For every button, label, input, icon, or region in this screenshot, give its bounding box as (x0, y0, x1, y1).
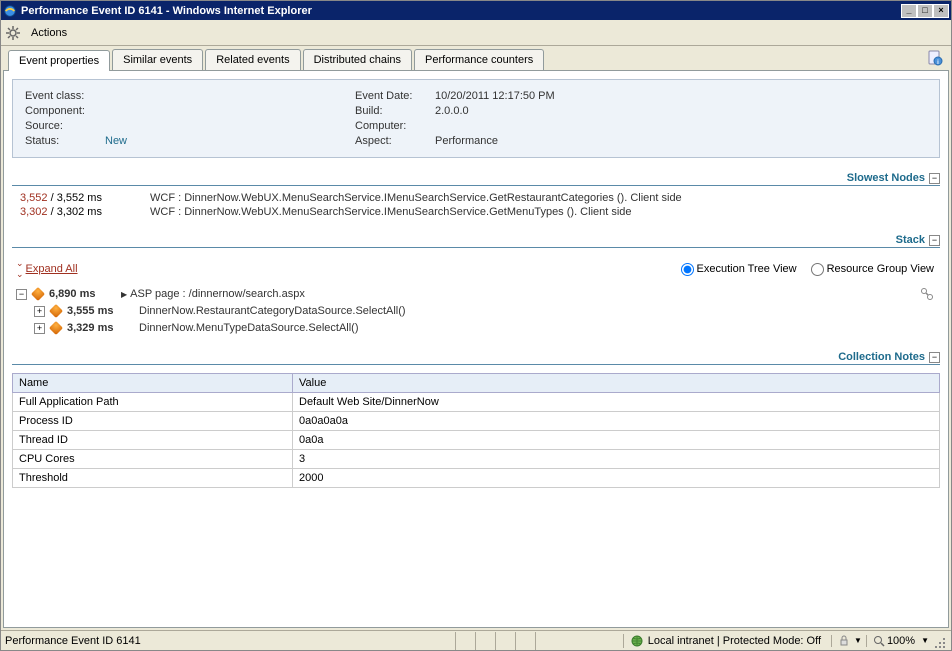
event-date-value: 10/20/2011 12:17:50 PM (435, 90, 555, 102)
titlebar: Performance Event ID 6141 - Windows Inte… (1, 1, 951, 20)
node-icon (49, 321, 63, 335)
status-label: Status: (25, 135, 105, 147)
tree-label: ▶ASP page : /dinnernow/search.aspx (121, 288, 305, 300)
resize-grip[interactable] (933, 636, 947, 650)
close-button[interactable]: × (933, 4, 949, 18)
window: Performance Event ID 6141 - Windows Inte… (0, 0, 952, 651)
table-row: Thread ID0a0a (13, 431, 940, 450)
globe-icon (630, 634, 644, 648)
slowest-row: 3,302 / 3,302 ms WCF : DinnerNow.WebUX.M… (12, 206, 940, 218)
security-zone: Local intranet | Protected Mode: Off (623, 634, 821, 648)
tree-row[interactable]: + 3,555 ms DinnerNow.RestaurantCategoryD… (16, 303, 940, 319)
tab-performance-counters[interactable]: Performance counters (414, 49, 544, 70)
expand-all-link[interactable]: Expand All (26, 263, 78, 275)
window-title: Performance Event ID 6141 - Windows Inte… (21, 5, 901, 17)
tab-related-events[interactable]: Related events (205, 49, 300, 70)
gear-icon (5, 25, 21, 41)
content-area: Event properties Similar events Related … (1, 46, 951, 630)
stack-header: Stack − (12, 234, 940, 248)
tree-time: 3,555 ms (67, 305, 139, 317)
status-text: Performance Event ID 6141 (5, 635, 455, 647)
tree-row[interactable]: − 6,890 ms ▶ASP page : /dinnernow/search… (16, 286, 940, 302)
aspect-label: Aspect: (355, 135, 435, 147)
collapse-icon[interactable]: − (929, 173, 940, 184)
arrow-icon: ▶ (121, 290, 127, 299)
stack-tree: − 6,890 ms ▶ASP page : /dinnernow/search… (12, 286, 940, 336)
zoom-control[interactable]: 100% ▼ (866, 635, 929, 647)
tree-label: DinnerNow.MenuTypeDataSource.SelectAll() (139, 322, 359, 334)
computer-label: Computer: (355, 120, 435, 132)
stack-controls: ⌄⌄ Expand All Execution Tree View Resour… (12, 254, 940, 286)
expand-chevron-icon: ⌄⌄ (16, 258, 24, 280)
table-row: Full Application PathDefault Web Site/Di… (13, 393, 940, 412)
tree-toggle-collapse[interactable]: − (16, 289, 27, 300)
tree-time: 6,890 ms (49, 288, 121, 300)
window-controls: _ □ × (901, 4, 949, 18)
build-value: 2.0.0.0 (435, 105, 469, 117)
tab-event-properties[interactable]: Event properties (8, 50, 110, 71)
link-icon[interactable] (920, 287, 934, 301)
maximize-button[interactable]: □ (917, 4, 933, 18)
tabbar: Event properties Similar events Related … (3, 48, 949, 70)
table-row: Process ID0a0a0a0a (13, 412, 940, 431)
tree-row[interactable]: + 3,329 ms DinnerNow.MenuTypeDataSource.… (16, 320, 940, 336)
col-name-header: Name (13, 374, 293, 393)
exec-tree-view-radio[interactable]: Execution Tree View (681, 263, 797, 276)
collapse-icon[interactable]: − (929, 235, 940, 246)
component-label: Component: (25, 105, 105, 117)
tree-label: DinnerNow.RestaurantCategoryDataSource.S… (139, 305, 406, 317)
build-label: Build: (355, 105, 435, 117)
actions-menu[interactable]: Actions (25, 23, 73, 43)
minimize-button[interactable]: _ (901, 4, 917, 18)
slowest-time: 3,302 / 3,302 ms (20, 206, 150, 218)
tab-similar-events[interactable]: Similar events (112, 49, 203, 70)
slowest-desc: WCF : DinnerNow.WebUX.MenuSearchService.… (150, 192, 682, 204)
resource-group-view-radio[interactable]: Resource Group View (811, 263, 934, 276)
statusbar: Performance Event ID 6141 Local intranet… (1, 630, 951, 650)
magnifier-icon (873, 635, 885, 647)
tree-toggle-expand[interactable]: + (34, 306, 45, 317)
info-box: Event class: Component: Source: Status:N… (12, 79, 940, 158)
lock-icon (838, 635, 850, 647)
node-icon (31, 287, 45, 301)
slowest-time: 3,552 / 3,552 ms (20, 192, 150, 204)
tree-toggle-expand[interactable]: + (34, 323, 45, 334)
event-date-label: Event Date: (355, 90, 435, 102)
col-value-header: Value (293, 374, 940, 393)
collection-table: Name Value Full Application PathDefault … (12, 373, 940, 488)
slowest-row: 3,552 / 3,552 ms WCF : DinnerNow.WebUX.M… (12, 192, 940, 204)
slowest-desc: WCF : DinnerNow.WebUX.MenuSearchService.… (150, 206, 632, 218)
slowest-nodes-header: Slowest Nodes − (12, 172, 940, 186)
help-icon[interactable]: i (927, 50, 943, 66)
collapse-icon[interactable]: − (929, 352, 940, 363)
aspect-value: Performance (435, 135, 498, 147)
tab-distributed-chains[interactable]: Distributed chains (303, 49, 412, 70)
status-value[interactable]: New (105, 135, 127, 147)
table-row: Threshold2000 (13, 469, 940, 488)
table-row: CPU Cores3 (13, 450, 940, 469)
status-cells (455, 632, 555, 650)
event-class-label: Event class: (25, 90, 105, 102)
slowest-nodes-title: Slowest Nodes (847, 172, 925, 184)
ie-icon (3, 4, 17, 18)
menubar: Actions (1, 20, 951, 46)
node-icon (49, 304, 63, 318)
collection-notes-title: Collection Notes (838, 351, 925, 363)
source-label: Source: (25, 120, 105, 132)
stack-title: Stack (896, 234, 925, 246)
panel: Event class: Component: Source: Status:N… (3, 70, 949, 628)
tree-time: 3,329 ms (67, 322, 139, 334)
collection-notes-header: Collection Notes − (12, 351, 940, 365)
security-dropdown[interactable]: ▼ (831, 635, 862, 647)
